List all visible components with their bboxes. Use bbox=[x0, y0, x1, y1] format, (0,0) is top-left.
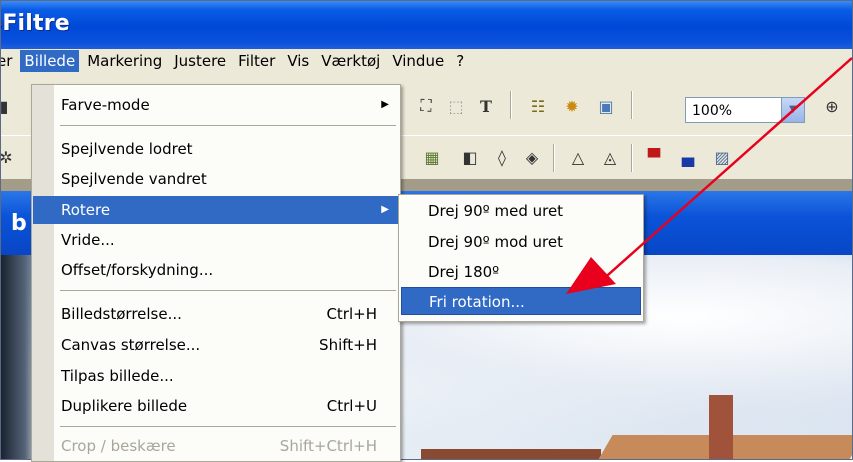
chevron-down-icon[interactable]: ▼ bbox=[781, 98, 804, 122]
menu-item-spejl-vandret[interactable]: Spejlvende vandret bbox=[33, 165, 399, 193]
gradient-icon[interactable]: ◧ bbox=[459, 146, 481, 168]
menu-item-tilpas[interactable]: Tilpas billede... bbox=[33, 362, 399, 390]
selection-tool-icon[interactable]: ⬚ bbox=[445, 95, 467, 117]
menu-justere[interactable]: Justere bbox=[168, 50, 232, 72]
submenu-item-drej-90-med[interactable]: Drej 90º med uret bbox=[401, 197, 641, 225]
toolbar-separator bbox=[553, 144, 555, 172]
document-title: b bbox=[11, 211, 27, 236]
triangle-icon[interactable]: △ bbox=[567, 146, 589, 168]
window-title: oFiltre bbox=[1, 11, 70, 36]
menu-bar: er Billede Markering Justere Filter Vis … bbox=[1, 49, 852, 73]
toolbar-separator bbox=[510, 91, 512, 119]
menu-filter[interactable]: Filter bbox=[232, 50, 281, 72]
menu-item-rotere[interactable]: Rotere ▶ bbox=[33, 196, 399, 224]
menu-item-vride[interactable]: Vride... bbox=[33, 226, 399, 254]
submenu-item-fri-rotation[interactable]: Fri rotation... bbox=[401, 287, 641, 315]
monitor-icon[interactable]: ▄ bbox=[677, 146, 699, 168]
menu-separator bbox=[60, 290, 396, 291]
submenu-item-drej-90-mod[interactable]: Drej 90º mod uret bbox=[401, 228, 641, 256]
billede-menu: Farve-mode ▶ Spejlvende lodret Spejlvend… bbox=[31, 84, 401, 462]
save-icon[interactable]: ▮ bbox=[1, 95, 15, 117]
magic-wand-icon[interactable]: ✲ bbox=[1, 146, 17, 168]
submenu-item-drej-180[interactable]: Drej 180º bbox=[401, 258, 641, 286]
toolbar-separator bbox=[631, 91, 633, 119]
photo-icon[interactable]: ▨ bbox=[711, 146, 733, 168]
menu-separator bbox=[60, 426, 396, 427]
menu-item-offset[interactable]: Offset/forskydning... bbox=[33, 256, 399, 284]
chevron-right-icon: ▶ bbox=[381, 204, 389, 215]
menu-item-duplikere[interactable]: Duplikere billede Ctrl+U bbox=[33, 392, 399, 420]
menu-item-crop: Crop / beskære Shift+Ctrl+H bbox=[33, 432, 399, 460]
chevron-right-icon: ▶ bbox=[381, 99, 389, 110]
layers-icon[interactable]: ☷ bbox=[527, 95, 549, 117]
zoom-in-icon[interactable]: ⊕ bbox=[821, 95, 843, 117]
gear-icon[interactable]: ✹ bbox=[561, 95, 583, 117]
grid-icon[interactable]: ▦ bbox=[421, 146, 443, 168]
menu-separator bbox=[60, 125, 396, 126]
text-tool-icon[interactable]: T bbox=[475, 95, 497, 117]
drops-icon[interactable]: ◈ bbox=[521, 146, 543, 168]
crop-tool-icon[interactable]: ⛶ bbox=[415, 95, 437, 117]
rotere-submenu: Drej 90º med uret Drej 90º mod uret Drej… bbox=[398, 194, 644, 322]
menu-vaerktoj[interactable]: Værktøj bbox=[315, 50, 386, 72]
toolbar-separator bbox=[631, 144, 633, 172]
triangle-outline-icon[interactable]: ◬ bbox=[599, 146, 621, 168]
shortcut-label: Ctrl+H bbox=[326, 305, 377, 323]
menu-item-spejl-lodret[interactable]: Spejlvende lodret bbox=[33, 135, 399, 163]
window-icon[interactable]: ▣ bbox=[595, 95, 617, 117]
menu-fil[interactable]: er bbox=[1, 50, 18, 72]
menu-help[interactable]: ? bbox=[450, 50, 470, 72]
menu-item-farve-mode[interactable]: Farve-mode ▶ bbox=[33, 91, 399, 119]
menu-billede[interactable]: Billede bbox=[20, 50, 80, 72]
zoom-select[interactable]: 100% ▼ bbox=[685, 97, 805, 123]
menu-markering[interactable]: Markering bbox=[81, 50, 168, 72]
menu-vis[interactable]: Vis bbox=[281, 50, 315, 72]
shortcut-label: Ctrl+U bbox=[326, 397, 377, 415]
photo-roof bbox=[421, 449, 601, 459]
menu-vindue[interactable]: Vindue bbox=[386, 50, 450, 72]
photo-chimney bbox=[709, 395, 733, 459]
drop-icon[interactable]: ◊ bbox=[491, 146, 513, 168]
color-screen-icon[interactable]: ▀ bbox=[643, 146, 665, 168]
shortcut-label: Shift+H bbox=[319, 336, 377, 354]
menu-item-canvas[interactable]: Canvas størrelse... Shift+H bbox=[33, 331, 399, 359]
zoom-value: 100% bbox=[692, 103, 733, 119]
shortcut-label: Shift+Ctrl+H bbox=[279, 437, 377, 455]
title-bar: oFiltre bbox=[1, 1, 852, 49]
menu-item-billedstorrelse[interactable]: Billedstørrelse... Ctrl+H bbox=[33, 300, 399, 328]
